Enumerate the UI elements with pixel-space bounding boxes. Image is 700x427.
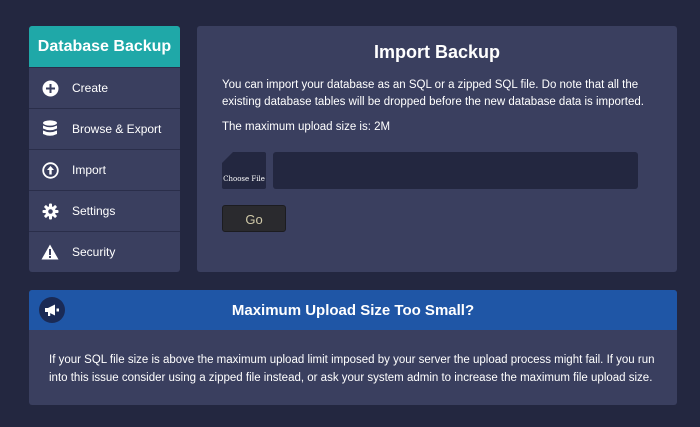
max-upload-size: The maximum upload size is: 2M — [222, 121, 391, 133]
sidebar: Database Backup Create Browse & Export I… — [29, 26, 180, 272]
sidebar-item-label: Create — [72, 81, 109, 95]
page-title: Import Backup — [373, 42, 501, 62]
file-name-field[interactable] — [273, 152, 638, 189]
database-icon — [41, 120, 59, 138]
sidebar-item-settings[interactable]: Settings — [29, 190, 180, 231]
gear-icon — [41, 202, 59, 220]
sidebar-item-label: Browse & Export — [72, 122, 162, 136]
go-button[interactable]: Go — [222, 205, 286, 232]
sidebar-item-security[interactable]: Security — [29, 231, 180, 272]
choose-file-button[interactable]: Choose File — [222, 152, 266, 189]
upload-circle-icon — [41, 161, 59, 179]
import-description: You can import your database as an SQL o… — [222, 79, 644, 108]
notice-body: If your SQL file size is above the maxim… — [49, 354, 655, 384]
sidebar-item-label: Import — [72, 163, 107, 177]
upload-size-notice: Maximum Upload Size Too Small? If your S… — [29, 290, 677, 405]
sidebar-item-create[interactable]: Create — [29, 67, 180, 108]
sidebar-item-browse-export[interactable]: Browse & Export — [29, 108, 180, 149]
sidebar-item-label: Settings — [72, 204, 116, 218]
sidebar-item-label: Security — [72, 245, 116, 259]
sidebar-title: Database Backup — [29, 26, 180, 67]
choose-file-label: Choose File — [223, 175, 265, 183]
sidebar-item-import[interactable]: Import — [29, 149, 180, 190]
notice-title: Maximum Upload Size Too Small? — [231, 302, 475, 319]
import-panel: Import Backup You can import your databa… — [197, 26, 677, 272]
file-corner-icon — [222, 152, 233, 163]
notice-header: Maximum Upload Size Too Small? — [29, 290, 677, 330]
plus-circle-icon — [41, 79, 59, 97]
warning-icon — [41, 243, 59, 261]
